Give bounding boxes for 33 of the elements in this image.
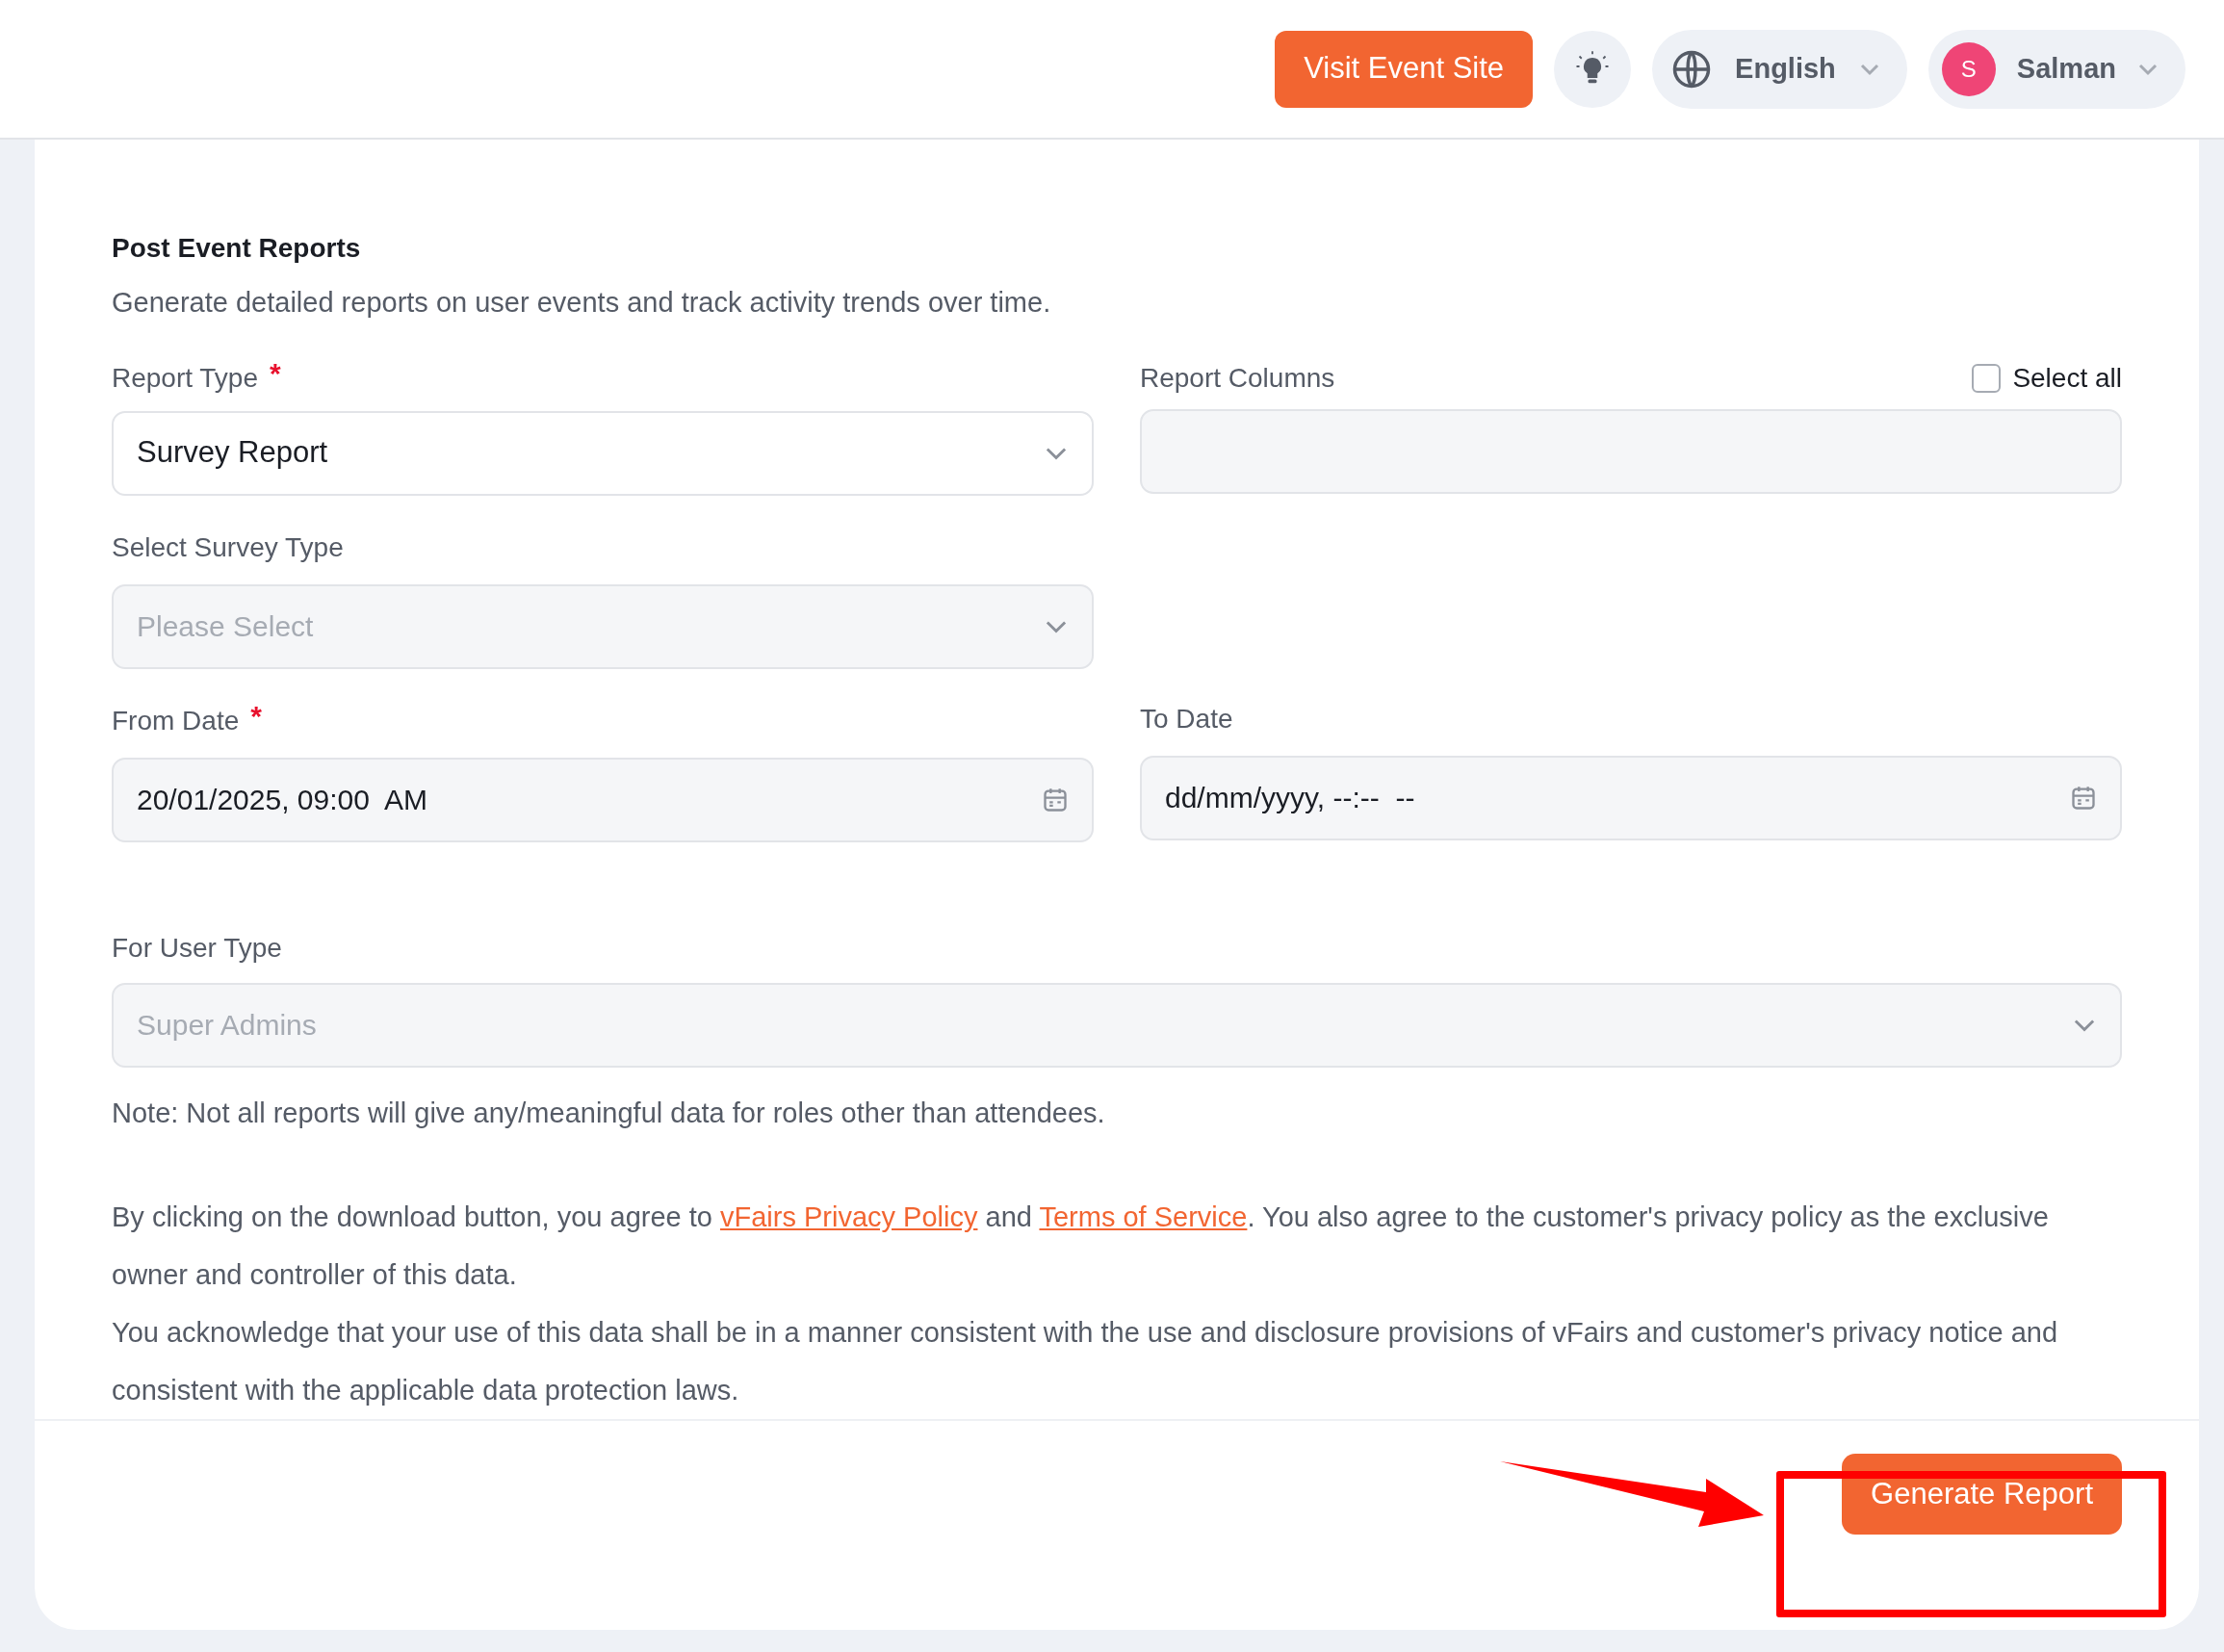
consent-paragraph: By clicking on the download button, you agree to vFairs Privacy Policy and Terms of Service. You also agree to the customer's privacy policy as the exclusive owner and controller of this data. [112,1200,2050,1292]
field-label: Report Type [112,361,259,395]
field-label: From Date [112,704,240,737]
section-description: Generate detailed reports on user events and track activity trends over time. [112,286,1052,320]
report-columns-field[interactable] [1140,408,2122,494]
chevron-down-icon [2137,62,2159,76]
user-type-select[interactable]: Super Admins [112,982,2122,1068]
report-type-select[interactable]: Survey Report [112,410,1094,496]
user-avatar: S [1941,41,1996,96]
field-label: Select Survey Type [112,530,344,564]
field-label: Report Columns [1140,361,1335,395]
survey-type-select[interactable]: Please Select [112,583,1094,669]
policy-link[interactable]: Terms of Service [1039,1201,1248,1232]
field-label: For User Type [112,931,282,965]
field-label: To Date [1140,702,1233,736]
section-title: Post Event Reports [112,232,362,265]
globe-icon [1671,48,1713,90]
policy-link[interactable]: vFairs Privacy Policy [719,1201,978,1232]
select-all-checkbox[interactable] [1972,363,2002,393]
visit-event-site-button[interactable]: Visit Event Site [1275,30,1534,108]
to-date-field[interactable]: dd/mm/yyyy, --:-- -- [1140,755,2122,840]
acknowledgement-paragraph: You acknowledge that your use of this data shall be in a manner consistent with the use and disclosure provisions of vFairs and customer's privacy notice and consistent with the applicable data protection laws. [112,1316,2059,1407]
required-asterisk: * [270,358,281,388]
calendar-icon [1042,786,1069,813]
checkbox-label: Select all [2012,361,2122,395]
calendar-icon [2070,784,2097,812]
from-date-field[interactable]: 20/01/2025, 09:00 AM [112,757,1094,842]
user-menu[interactable]: S Salman [1927,29,2185,109]
required-asterisk: * [250,701,262,731]
language-selector[interactable]: English [1652,29,1907,109]
chevron-down-icon [1858,62,1880,76]
note-text: Note: Not all reports will give any/meaningful data for roles other than attendees. [112,1096,1106,1130]
generate-report-button[interactable]: Generate Report [1842,1454,2122,1535]
